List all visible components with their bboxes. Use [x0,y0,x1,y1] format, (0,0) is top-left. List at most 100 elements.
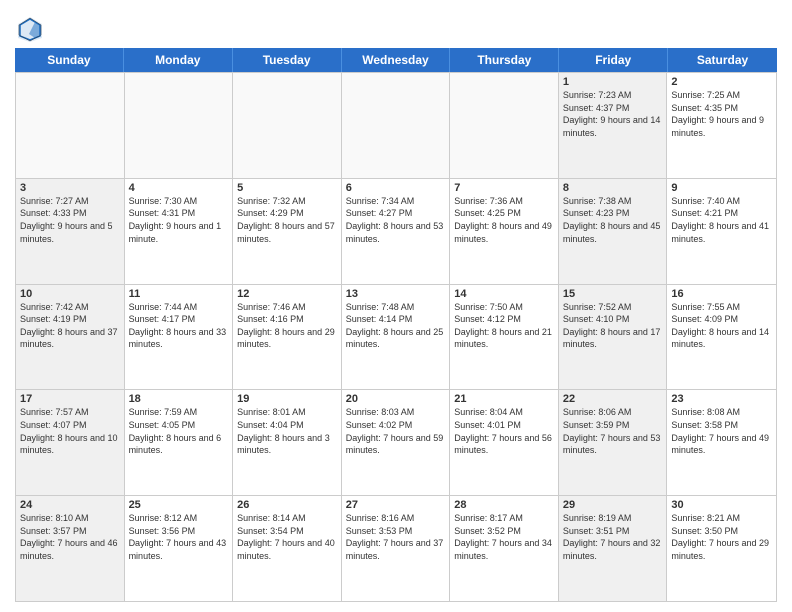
day-number: 3 [20,182,120,194]
day-info: Sunrise: 7:57 AM Sunset: 4:07 PM Dayligh… [20,406,120,456]
day-info: Sunrise: 7:48 AM Sunset: 4:14 PM Dayligh… [346,301,446,351]
day-number: 15 [563,288,663,300]
day-number: 5 [237,182,337,194]
day-number: 17 [20,393,120,405]
day-info: Sunrise: 7:34 AM Sunset: 4:27 PM Dayligh… [346,195,446,245]
day-info: Sunrise: 8:10 AM Sunset: 3:57 PM Dayligh… [20,512,120,562]
day-info: Sunrise: 8:03 AM Sunset: 4:02 PM Dayligh… [346,406,446,456]
day-cell-30: 30Sunrise: 8:21 AM Sunset: 3:50 PM Dayli… [667,496,776,601]
day-info: Sunrise: 7:50 AM Sunset: 4:12 PM Dayligh… [454,301,554,351]
cal-row-2: 10Sunrise: 7:42 AM Sunset: 4:19 PM Dayli… [16,284,776,390]
day-number: 16 [671,288,772,300]
day-cell-29: 29Sunrise: 8:19 AM Sunset: 3:51 PM Dayli… [559,496,668,601]
day-number: 20 [346,393,446,405]
day-cell-18: 18Sunrise: 7:59 AM Sunset: 4:05 PM Dayli… [125,390,234,495]
day-cell-16: 16Sunrise: 7:55 AM Sunset: 4:09 PM Dayli… [667,285,776,390]
day-number: 4 [129,182,229,194]
day-cell-1: 1Sunrise: 7:23 AM Sunset: 4:37 PM Daylig… [559,73,668,178]
day-cell-9: 9Sunrise: 7:40 AM Sunset: 4:21 PM Daylig… [667,179,776,284]
day-number: 2 [671,76,772,88]
day-info: Sunrise: 8:17 AM Sunset: 3:52 PM Dayligh… [454,512,554,562]
day-number: 23 [671,393,772,405]
day-info: Sunrise: 8:12 AM Sunset: 3:56 PM Dayligh… [129,512,229,562]
calendar-body: 1Sunrise: 7:23 AM Sunset: 4:37 PM Daylig… [15,72,777,602]
day-cell-21: 21Sunrise: 8:04 AM Sunset: 4:01 PM Dayli… [450,390,559,495]
day-cell-27: 27Sunrise: 8:16 AM Sunset: 3:53 PM Dayli… [342,496,451,601]
header-day-sunday: Sunday [15,48,124,72]
day-number: 22 [563,393,663,405]
day-number: 24 [20,499,120,511]
logo [15,14,48,44]
day-cell-4: 4Sunrise: 7:30 AM Sunset: 4:31 PM Daylig… [125,179,234,284]
day-cell-8: 8Sunrise: 7:38 AM Sunset: 4:23 PM Daylig… [559,179,668,284]
day-number: 28 [454,499,554,511]
day-info: Sunrise: 7:55 AM Sunset: 4:09 PM Dayligh… [671,301,772,351]
header-day-friday: Friday [559,48,668,72]
day-info: Sunrise: 7:46 AM Sunset: 4:16 PM Dayligh… [237,301,337,351]
day-info: Sunrise: 7:25 AM Sunset: 4:35 PM Dayligh… [671,89,772,139]
day-info: Sunrise: 7:59 AM Sunset: 4:05 PM Dayligh… [129,406,229,456]
page: SundayMondayTuesdayWednesdayThursdayFrid… [0,0,792,612]
day-info: Sunrise: 8:04 AM Sunset: 4:01 PM Dayligh… [454,406,554,456]
day-info: Sunrise: 7:40 AM Sunset: 4:21 PM Dayligh… [671,195,772,245]
day-number: 27 [346,499,446,511]
header-day-wednesday: Wednesday [342,48,451,72]
day-cell-5: 5Sunrise: 7:32 AM Sunset: 4:29 PM Daylig… [233,179,342,284]
cal-row-0: 1Sunrise: 7:23 AM Sunset: 4:37 PM Daylig… [16,72,776,178]
empty-cell-0-3 [342,73,451,178]
day-cell-6: 6Sunrise: 7:34 AM Sunset: 4:27 PM Daylig… [342,179,451,284]
empty-cell-0-4 [450,73,559,178]
day-cell-17: 17Sunrise: 7:57 AM Sunset: 4:07 PM Dayli… [16,390,125,495]
day-cell-19: 19Sunrise: 8:01 AM Sunset: 4:04 PM Dayli… [233,390,342,495]
day-cell-11: 11Sunrise: 7:44 AM Sunset: 4:17 PM Dayli… [125,285,234,390]
day-number: 12 [237,288,337,300]
day-cell-24: 24Sunrise: 8:10 AM Sunset: 3:57 PM Dayli… [16,496,125,601]
header-day-tuesday: Tuesday [233,48,342,72]
day-number: 8 [563,182,663,194]
day-number: 18 [129,393,229,405]
day-info: Sunrise: 7:52 AM Sunset: 4:10 PM Dayligh… [563,301,663,351]
day-info: Sunrise: 8:06 AM Sunset: 3:59 PM Dayligh… [563,406,663,456]
header [15,10,777,44]
day-cell-13: 13Sunrise: 7:48 AM Sunset: 4:14 PM Dayli… [342,285,451,390]
day-cell-14: 14Sunrise: 7:50 AM Sunset: 4:12 PM Dayli… [450,285,559,390]
day-info: Sunrise: 8:01 AM Sunset: 4:04 PM Dayligh… [237,406,337,456]
day-info: Sunrise: 7:32 AM Sunset: 4:29 PM Dayligh… [237,195,337,245]
day-info: Sunrise: 7:44 AM Sunset: 4:17 PM Dayligh… [129,301,229,351]
day-cell-3: 3Sunrise: 7:27 AM Sunset: 4:33 PM Daylig… [16,179,125,284]
day-number: 10 [20,288,120,300]
day-number: 26 [237,499,337,511]
day-info: Sunrise: 7:27 AM Sunset: 4:33 PM Dayligh… [20,195,120,245]
day-number: 14 [454,288,554,300]
day-number: 6 [346,182,446,194]
day-number: 1 [563,76,663,88]
empty-cell-0-2 [233,73,342,178]
empty-cell-0-0 [16,73,125,178]
day-number: 11 [129,288,229,300]
day-cell-7: 7Sunrise: 7:36 AM Sunset: 4:25 PM Daylig… [450,179,559,284]
day-info: Sunrise: 7:38 AM Sunset: 4:23 PM Dayligh… [563,195,663,245]
day-info: Sunrise: 8:08 AM Sunset: 3:58 PM Dayligh… [671,406,772,456]
day-cell-20: 20Sunrise: 8:03 AM Sunset: 4:02 PM Dayli… [342,390,451,495]
logo-icon [15,14,45,44]
day-info: Sunrise: 7:42 AM Sunset: 4:19 PM Dayligh… [20,301,120,351]
day-cell-10: 10Sunrise: 7:42 AM Sunset: 4:19 PM Dayli… [16,285,125,390]
day-number: 21 [454,393,554,405]
day-number: 13 [346,288,446,300]
cal-row-4: 24Sunrise: 8:10 AM Sunset: 3:57 PM Dayli… [16,495,776,601]
day-info: Sunrise: 8:21 AM Sunset: 3:50 PM Dayligh… [671,512,772,562]
day-cell-15: 15Sunrise: 7:52 AM Sunset: 4:10 PM Dayli… [559,285,668,390]
header-day-monday: Monday [124,48,233,72]
day-info: Sunrise: 7:36 AM Sunset: 4:25 PM Dayligh… [454,195,554,245]
day-number: 30 [671,499,772,511]
day-info: Sunrise: 8:16 AM Sunset: 3:53 PM Dayligh… [346,512,446,562]
day-cell-25: 25Sunrise: 8:12 AM Sunset: 3:56 PM Dayli… [125,496,234,601]
day-info: Sunrise: 7:23 AM Sunset: 4:37 PM Dayligh… [563,89,663,139]
day-cell-26: 26Sunrise: 8:14 AM Sunset: 3:54 PM Dayli… [233,496,342,601]
day-number: 25 [129,499,229,511]
day-cell-2: 2Sunrise: 7:25 AM Sunset: 4:35 PM Daylig… [667,73,776,178]
calendar-header: SundayMondayTuesdayWednesdayThursdayFrid… [15,48,777,72]
cal-row-1: 3Sunrise: 7:27 AM Sunset: 4:33 PM Daylig… [16,178,776,284]
cal-row-3: 17Sunrise: 7:57 AM Sunset: 4:07 PM Dayli… [16,389,776,495]
header-day-thursday: Thursday [450,48,559,72]
